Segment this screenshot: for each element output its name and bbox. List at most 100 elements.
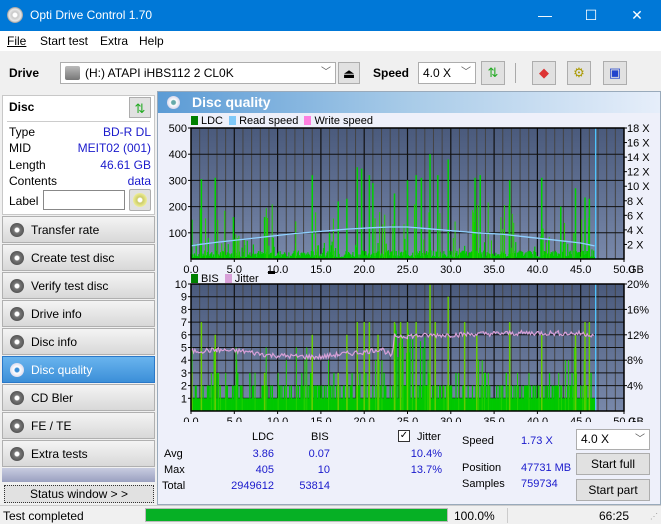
- y2-tick-label: 14 X: [627, 152, 650, 164]
- row-max-label: Max: [164, 464, 185, 476]
- label-input[interactable]: [43, 190, 125, 210]
- resize-grip-icon[interactable]: ⋰: [650, 512, 658, 521]
- disc-field-key: Length: [9, 158, 46, 172]
- eject-button[interactable]: ⏏: [338, 62, 360, 84]
- elapsed-time: 66:25: [598, 509, 629, 523]
- status-text: Test completed: [3, 509, 84, 523]
- verify-disc-icon: [10, 279, 24, 293]
- disc-field-value: BD-R DL: [102, 125, 151, 139]
- x-tick-label: 35.0: [483, 416, 504, 422]
- start-part-button[interactable]: Start part: [576, 479, 650, 501]
- nav-label: Verify test disc: [31, 279, 109, 293]
- refresh-button[interactable]: ⇅: [481, 61, 505, 85]
- window-title: Opti Drive Control 1.70: [30, 8, 153, 22]
- transfer-rate-icon: [10, 223, 24, 237]
- y2-tick-label: 16%: [627, 304, 649, 316]
- test-speed-value: 4.0 X: [581, 432, 610, 446]
- x-tick-label: 45.0: [570, 416, 591, 422]
- fe-te-icon: [10, 419, 24, 433]
- disc-field-key: Type: [9, 125, 36, 139]
- y-tick-label: 10: [175, 279, 187, 291]
- position-value: 47731 MB: [521, 462, 572, 474]
- total-ldc: 2949612: [231, 480, 274, 492]
- disc-refresh-button[interactable]: ⇅: [129, 97, 151, 118]
- nav-create-test-disc[interactable]: Create test disc: [2, 244, 155, 271]
- total-bis: 53814: [299, 480, 330, 492]
- nav-extra-tests[interactable]: Extra tests: [2, 440, 155, 467]
- start-full-button[interactable]: Start full: [576, 453, 650, 475]
- menu-help[interactable]: Help: [139, 34, 164, 48]
- status-window-button[interactable]: Status window > >: [4, 485, 154, 503]
- max-bis: 10: [317, 464, 330, 476]
- max-ldc: 405: [255, 464, 274, 476]
- speed-label: Speed: [373, 66, 410, 80]
- y2-tick-label: 18 X: [627, 123, 650, 135]
- disc-field-key: Contents: [9, 174, 58, 188]
- nav-cd-bler[interactable]: CD Bler: [2, 384, 155, 411]
- jitter-checkbox-label: Jitter: [417, 431, 441, 443]
- settings-button[interactable]: ⚙: [567, 61, 591, 85]
- nav-fe-te[interactable]: FE / TE: [2, 412, 155, 439]
- close-button[interactable]: ✕: [614, 0, 660, 31]
- test-speed-select[interactable]: 4.0 X ﹀: [576, 429, 650, 450]
- label-key: Label: [9, 194, 39, 208]
- disc-field-value: MEIT02 (001): [77, 141, 151, 155]
- row-total-label: Total: [162, 480, 186, 492]
- erase-button[interactable]: ◆: [532, 61, 556, 85]
- extra-tests-icon: [10, 447, 24, 461]
- minimize-button[interactable]: —: [522, 0, 568, 31]
- x-tick-label: 25.0: [397, 264, 418, 276]
- nav-disc-quality[interactable]: Disc quality: [2, 356, 155, 383]
- y2-tick-label: 16 X: [627, 138, 650, 150]
- avg-bis: 0.07: [308, 448, 330, 460]
- x-tick-label: 30.0: [440, 264, 461, 276]
- progress-fill: [146, 509, 447, 521]
- y-tick-label: 500: [169, 123, 187, 135]
- nav-label: Disc quality: [31, 363, 93, 377]
- x-tick-label: 0.0: [183, 416, 198, 422]
- y2-tick-label: 2 X: [627, 239, 644, 251]
- x-tick-label: 45.0: [570, 264, 591, 276]
- disc-quality-panel: Disc quality LDC Read speed Write speed …: [157, 91, 661, 505]
- avg-jitter: 10.4%: [410, 448, 442, 460]
- nav-verify-test-disc[interactable]: Verify test disc: [2, 272, 155, 299]
- y2-tick-label: 8%: [627, 355, 643, 367]
- samples-label: Samples: [462, 478, 505, 490]
- max-jitter: 13.7%: [410, 464, 442, 476]
- y2-tick-label: 20%: [627, 279, 649, 291]
- y-tick-label: 7: [181, 317, 187, 329]
- jitter-checkbox[interactable]: ✓: [398, 430, 410, 442]
- speed-stat-label: Speed: [462, 435, 494, 447]
- nav-transfer-rate[interactable]: Transfer rate: [2, 216, 155, 243]
- y-tick-label: 2: [181, 381, 187, 393]
- y-tick-label: 400: [169, 149, 187, 161]
- col-ldc-header: LDC: [252, 431, 275, 443]
- x-tick-label: 20.0: [353, 416, 374, 422]
- nav-drive-info[interactable]: Drive info: [2, 300, 155, 327]
- x-axis-label: GB: [628, 264, 644, 276]
- y-tick-label: 8: [181, 304, 187, 316]
- cd-bler-icon: [10, 391, 24, 405]
- save-button[interactable]: ▣: [603, 61, 627, 85]
- menu-start-test[interactable]: Start test: [40, 34, 88, 48]
- disc-mid-row: MID MEIT02 (001): [9, 141, 151, 157]
- nav-label: Disc info: [31, 335, 78, 349]
- speed-select[interactable]: 4.0 X ﹀: [418, 62, 476, 84]
- nav-disc-info[interactable]: Disc info: [2, 328, 155, 355]
- chevron-down-icon: ﹀: [635, 434, 645, 445]
- menu-extra[interactable]: Extra: [100, 34, 128, 48]
- nav-label: Drive info: [31, 307, 82, 321]
- toolbar-divider: [515, 63, 516, 83]
- nav-label: Create test disc: [31, 251, 115, 265]
- y-tick-label: 1: [181, 393, 187, 405]
- x-tick-label: 20.0: [353, 264, 374, 276]
- drive-select[interactable]: (H:) ATAPI iHBS112 2 CL0K ﹀: [60, 62, 336, 84]
- x-tick-label: 5.0: [227, 416, 242, 422]
- x-tick-label: 10.0: [267, 416, 288, 422]
- drive-icon: [65, 66, 80, 80]
- row-avg-label: Avg: [164, 448, 183, 460]
- disc-panel: Disc ⇅ Type BD-R DL MID MEIT02 (001) Lengt…: [2, 95, 155, 215]
- maximize-button[interactable]: ☐: [568, 0, 614, 31]
- label-disc-button[interactable]: [129, 189, 151, 211]
- menu-file[interactable]: File: [7, 34, 26, 48]
